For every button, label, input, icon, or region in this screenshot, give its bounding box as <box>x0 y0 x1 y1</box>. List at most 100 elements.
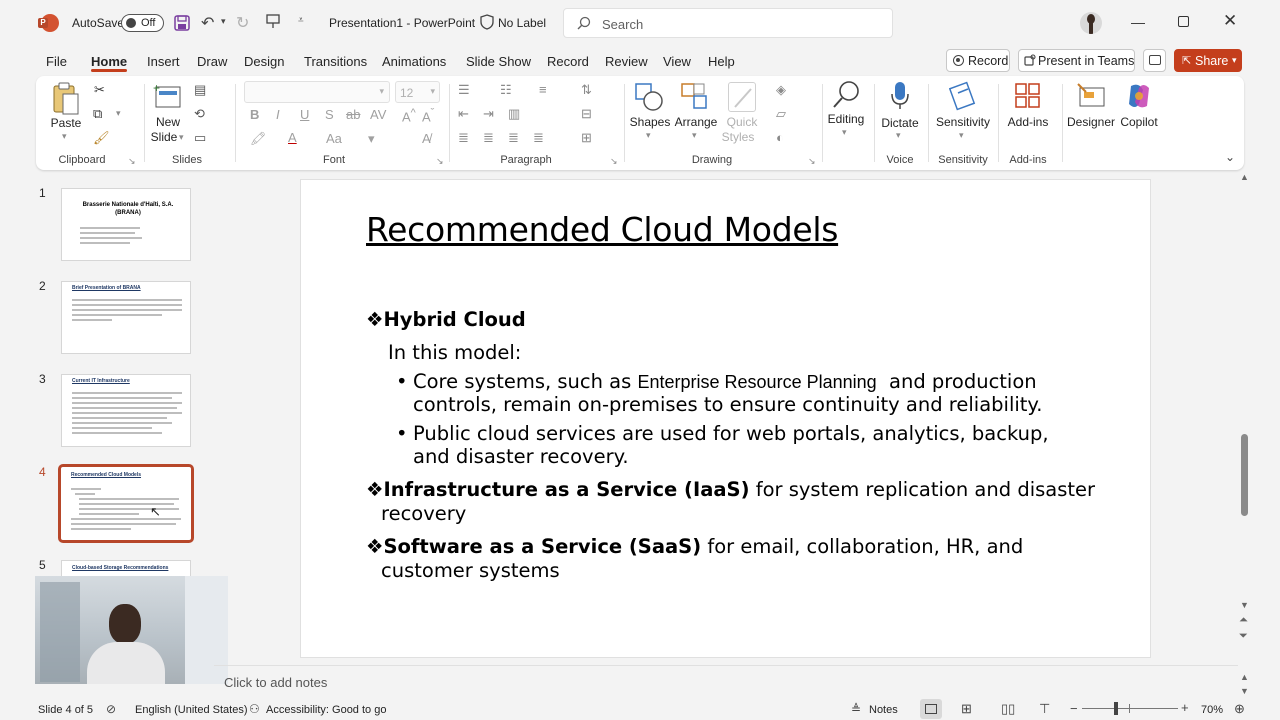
dictate-button[interactable]: Dictate <box>881 116 918 130</box>
paragraph-launcher-icon[interactable]: ↘ <box>610 156 618 167</box>
tab-review[interactable]: Review <box>605 54 648 69</box>
bullet-public-cloud-line2[interactable]: and disaster recovery. <box>413 445 629 468</box>
add-ins-button[interactable]: Add-ins <box>1008 115 1049 129</box>
new-slide-dropdown-icon[interactable]: ▾ <box>179 132 184 143</box>
decrease-indent-icon[interactable]: ⇤ <box>458 106 469 122</box>
next-slide-icon[interactable]: ⏷ <box>1239 630 1248 643</box>
reset-icon[interactable]: ⟲ <box>194 106 205 122</box>
arrange-button[interactable]: Arrange <box>675 115 718 129</box>
align-center-icon[interactable]: ≣ <box>483 130 494 146</box>
font-launcher-icon[interactable]: ↘ <box>436 156 444 167</box>
smartart-icon[interactable]: ⊞ <box>581 130 592 146</box>
change-case-button[interactable]: Aa <box>326 131 342 146</box>
restore-icon[interactable] <box>1178 16 1189 27</box>
align-right-icon[interactable]: ≣ <box>508 130 519 146</box>
scroll-up-icon[interactable]: ▲ <box>1240 172 1249 182</box>
sensitivity-dropdown-icon[interactable]: ▾ <box>959 130 964 141</box>
present-in-teams-button[interactable]: Present in Teams <box>1018 49 1135 72</box>
avatar[interactable] <box>1080 12 1102 34</box>
increase-font-icon[interactable]: A^ <box>402 107 416 124</box>
autosave-toggle[interactable]: Off <box>121 14 164 32</box>
numbering-icon[interactable]: ☷ <box>500 82 512 98</box>
shapes-button[interactable]: Shapes <box>630 115 671 129</box>
bold-button[interactable]: B <box>250 107 259 122</box>
save-icon[interactable] <box>174 15 190 31</box>
previous-slide-icon[interactable]: ⏶ <box>1239 614 1248 627</box>
slide-thumbnail-3[interactable]: Current IT Infrastructure <box>61 374 191 447</box>
layout-icon[interactable]: ▤ <box>194 82 206 98</box>
font-size-dropdown[interactable]: 12 ▾ <box>395 81 440 103</box>
quick-styles-button[interactable]: Quick <box>727 115 758 129</box>
close-icon[interactable]: ✕ <box>1223 11 1237 31</box>
font-dropdown-chevron-icon[interactable]: ▾ <box>368 131 375 147</box>
bullet-public-cloud[interactable]: • Public cloud services are used for web… <box>396 422 1049 445</box>
tab-insert[interactable]: Insert <box>147 54 180 69</box>
reading-view-icon[interactable]: ▯▯ <box>1001 701 1015 717</box>
label-status[interactable]: No Label <box>498 16 546 30</box>
notes-toggle[interactable]: Notes <box>869 704 898 716</box>
bullet-core-systems[interactable]: • Core systems, such as Enterprise Resou… <box>396 370 1037 393</box>
saas-item[interactable]: ❖Software as a Service (SaaS) for email,… <box>366 535 1023 558</box>
slide-thumbnail-4[interactable]: Recommended Cloud Models <box>58 464 194 543</box>
font-color-icon[interactable]: A <box>288 130 297 145</box>
tab-record[interactable]: Record <box>547 54 589 69</box>
clipboard-launcher-icon[interactable]: ↘ <box>128 156 136 167</box>
fit-to-window-icon[interactable]: ⊕ <box>1234 701 1245 717</box>
notes-scroll-down-icon[interactable]: ▼ <box>1240 686 1249 696</box>
paste-button[interactable]: Paste <box>51 116 82 130</box>
slide-scrollbar[interactable]: ▲ ▼ ⏶ ⏷ <box>1238 172 1252 652</box>
minimize-icon[interactable]: — <box>1131 14 1145 30</box>
zoom-level[interactable]: 70% <box>1201 704 1223 716</box>
columns-icon[interactable]: ▥ <box>508 106 520 122</box>
slide-thumbnail-5[interactable]: Cloud-based Storage Recommendations <box>61 560 191 576</box>
clear-formatting-icon[interactable]: A̸ <box>422 131 431 146</box>
tab-transitions[interactable]: Transitions <box>304 54 367 69</box>
notes-placeholder[interactable]: Click to add notes <box>224 675 327 690</box>
dictate-dropdown-icon[interactable]: ▾ <box>896 130 901 141</box>
slide-sorter-icon[interactable]: ⊞ <box>961 701 972 717</box>
bullet-core-systems-line2[interactable]: controls, remain on-premises to ensure c… <box>413 393 1042 416</box>
slide-counter[interactable]: Slide 4 of 5 <box>38 704 93 716</box>
strikethrough-button[interactable]: ab <box>346 107 360 122</box>
copy-dropdown-icon[interactable]: ▾ <box>116 108 121 119</box>
highlight-icon[interactable]: 🖍 <box>250 131 267 147</box>
align-left-icon[interactable]: ≣ <box>458 130 469 146</box>
align-text-icon[interactable]: ⊟ <box>581 106 592 122</box>
tab-home[interactable]: Home <box>91 54 127 69</box>
zoom-slider[interactable] <box>1082 708 1178 709</box>
zoom-out-icon[interactable]: − <box>1070 701 1078 716</box>
hybrid-cloud-heading[interactable]: ❖Hybrid Cloud <box>366 308 526 331</box>
format-painter-icon[interactable]: 🖌 <box>93 130 110 146</box>
share-button[interactable]: ⇱ Share ▾ <box>1174 49 1242 72</box>
editing-button[interactable]: Editing <box>828 112 865 126</box>
underline-button[interactable]: U <box>300 107 309 122</box>
text-direction-icon[interactable]: ⇅ <box>581 82 592 98</box>
notes-scroll-up-icon[interactable]: ▲ <box>1240 672 1249 682</box>
copy-icon[interactable]: ⧉ <box>93 106 102 122</box>
editing-dropdown-icon[interactable]: ▾ <box>842 127 847 138</box>
shapes-dropdown-icon[interactable]: ▾ <box>646 130 651 141</box>
italic-button[interactable]: I <box>276 107 280 122</box>
in-this-model-text[interactable]: In this model: <box>388 341 521 364</box>
decrease-font-icon[interactable]: Aˇ <box>422 107 434 124</box>
shadow-button[interactable]: S <box>325 107 334 122</box>
zoom-slider-thumb[interactable] <box>1114 702 1118 715</box>
iaas-item[interactable]: ❖Infrastructure as a Service (IaaS) for … <box>366 478 1095 501</box>
shape-fill-icon[interactable]: ◈ <box>776 82 786 98</box>
increase-indent-icon[interactable]: ⇥ <box>483 106 494 122</box>
slide-thumbnail-2[interactable]: Brief Presentation of BRANA <box>61 281 191 354</box>
slideshow-view-icon[interactable]: ⊤ <box>1039 701 1050 717</box>
present-from-start-icon[interactable] <box>265 13 281 29</box>
scroll-down-icon[interactable]: ▼ <box>1240 600 1249 610</box>
tab-draw[interactable]: Draw <box>197 54 227 69</box>
comments-button[interactable] <box>1143 49 1166 72</box>
new-slide-button[interactable]: New <box>156 115 180 129</box>
shape-outline-icon[interactable]: ▱ <box>776 106 786 122</box>
saas-item-line2[interactable]: customer systems <box>381 559 560 582</box>
search-input[interactable]: Search <box>563 8 893 38</box>
undo-icon[interactable]: ↶ <box>201 13 214 33</box>
undo-dropdown-icon[interactable]: ▾ <box>221 16 226 27</box>
accessibility-status[interactable]: Accessibility: Good to go <box>266 704 386 716</box>
sensitivity-button[interactable]: Sensitivity <box>936 115 990 129</box>
slide-thumbnail-1[interactable]: Brasserie Nationale d'Haïti, S.A. (BRANA… <box>61 188 191 261</box>
